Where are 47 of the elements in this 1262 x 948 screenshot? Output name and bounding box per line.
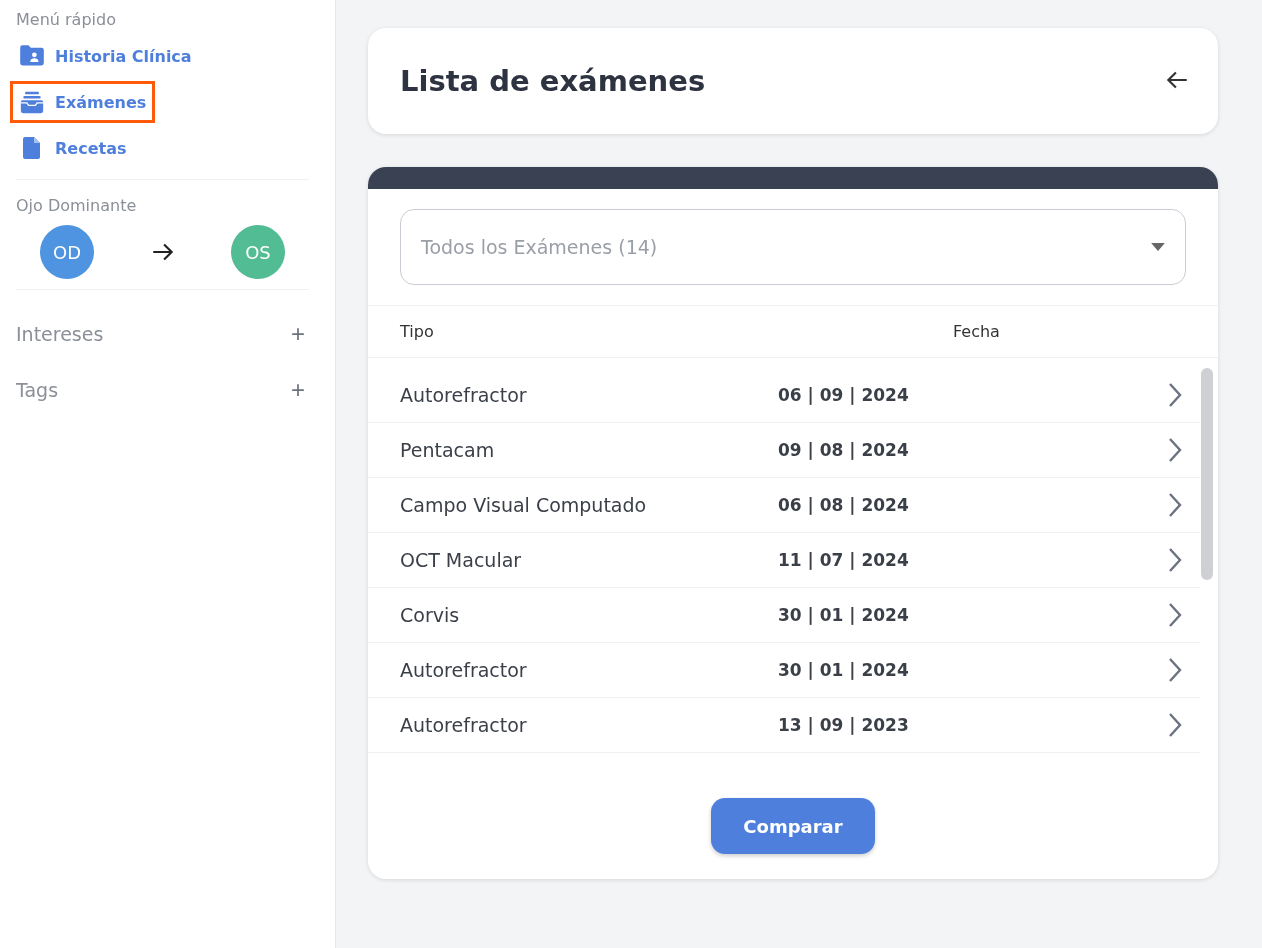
exam-type: Campo Visual Computado — [400, 494, 648, 516]
caret-icon — [1151, 243, 1165, 251]
chevron-right-icon — [1168, 437, 1182, 463]
exam-row[interactable]: Pentacam 09 | 08 | 2024 — [368, 423, 1200, 478]
compare-button[interactable]: Comparar — [711, 798, 875, 854]
section-label: Intereses — [16, 323, 104, 345]
exam-date: 06 | 08 | 2024 — [778, 495, 910, 515]
section-title: Ojo Dominante — [16, 196, 138, 215]
chevron-right-icon — [1168, 602, 1182, 628]
exam-type: Autorefractor — [400, 384, 528, 406]
exam-type: OCT Macular — [400, 549, 523, 571]
exam-type: Autorefractor — [400, 659, 528, 681]
exam-date: 30 | 01 | 2024 — [778, 605, 910, 625]
chevron-right-icon — [1168, 657, 1182, 683]
sidebar-link[interactable]: Exámenes — [10, 81, 156, 123]
add-button[interactable]: + — [287, 376, 309, 404]
exam-row[interactable]: Autorefractor 06 | 09 | 2024 — [368, 368, 1200, 423]
exam-date: 13 | 09 | 2023 — [778, 715, 910, 735]
exam-row[interactable]: Corvis 30 | 01 | 2024 — [368, 588, 1200, 643]
add-button[interactable]: + — [287, 320, 309, 348]
exam-row[interactable]: Autorefractor 13 | 09 | 2023 — [368, 698, 1200, 753]
exam-type: Corvis — [400, 604, 461, 626]
eye-badge: OD — [40, 225, 94, 279]
inbox-tray-icon — [19, 90, 45, 114]
folder-user-icon — [19, 44, 45, 68]
chevron-right-icon — [1168, 547, 1182, 573]
page-title: Lista de exámenes — [400, 64, 706, 98]
exam-row[interactable]: Autorefractor 30 | 01 | 2024 — [368, 643, 1200, 698]
exam-type: Pentacam — [400, 439, 496, 461]
exam-type: Autorefractor — [400, 714, 528, 736]
section-label: Tags — [16, 379, 59, 401]
chevron-right-icon — [1168, 382, 1182, 408]
chevron-right-icon — [1168, 492, 1182, 518]
section-title: Menú rápido — [16, 10, 117, 29]
exam-row[interactable]: Campo Visual Computado 06 | 08 | 2024 — [368, 478, 1200, 533]
exam-row[interactable]: OCT Macular 11 | 07 | 2024 — [368, 533, 1200, 588]
eye-badge: OS — [231, 225, 285, 279]
exam-date: 30 | 01 | 2024 — [778, 660, 910, 680]
sidebar-link[interactable]: Recetas — [10, 127, 136, 169]
scrollbar-thumb[interactable] — [1201, 368, 1213, 580]
exam-date: 09 | 08 | 2024 — [778, 440, 910, 460]
column-header: Fecha — [952, 322, 1000, 341]
chevron-right-icon — [1168, 712, 1182, 738]
sidebar-link[interactable]: Historia Clínica — [10, 35, 201, 77]
exam-date: 06 | 09 | 2024 — [778, 385, 910, 405]
exam-date: 11 | 07 | 2024 — [778, 550, 910, 570]
column-header: Tipo — [400, 322, 435, 341]
